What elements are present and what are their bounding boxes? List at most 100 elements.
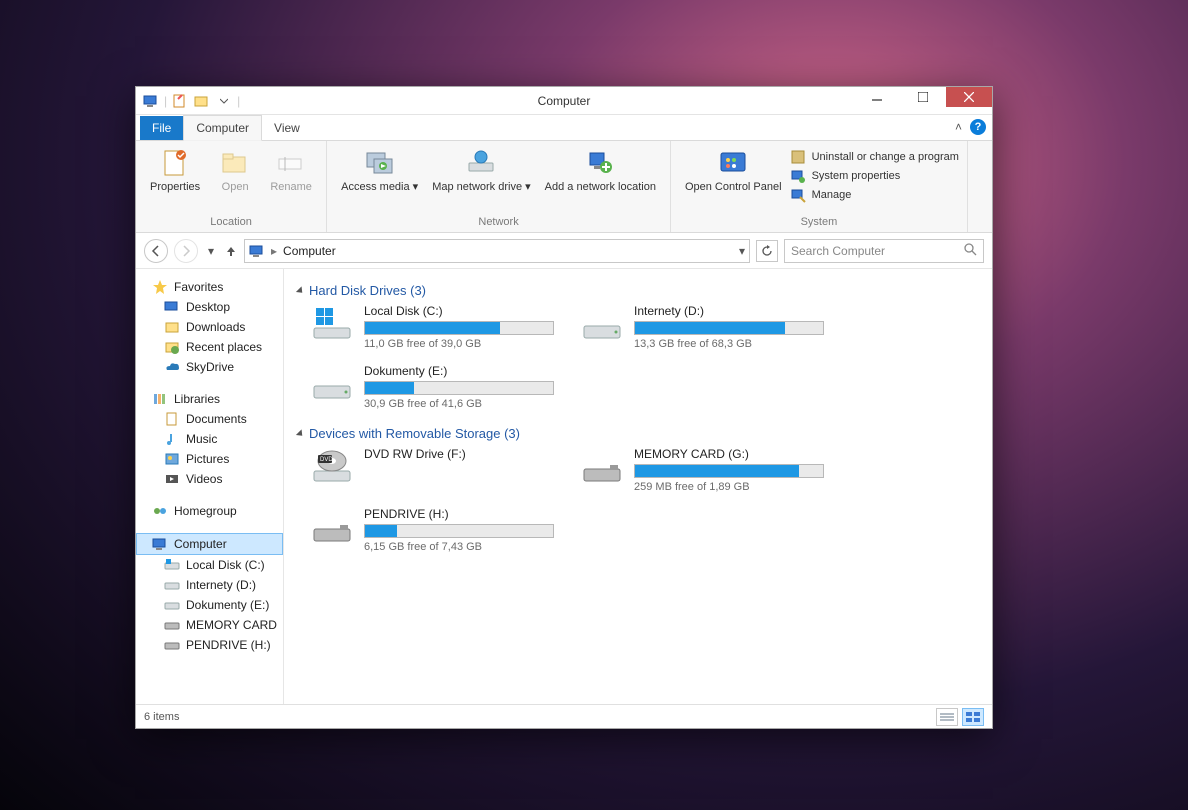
status-bar: 6 items — [136, 704, 992, 728]
title-bar: | | Computer — [136, 87, 992, 115]
minimize-button[interactable] — [854, 87, 900, 107]
access-media-button[interactable]: Access media ▾ — [335, 145, 424, 196]
navigation-row: ▾ ▸ Computer ▾ — [136, 233, 992, 269]
drive-icon — [164, 557, 180, 573]
recent-icon — [164, 339, 180, 355]
qat-newfolder-icon[interactable] — [193, 92, 211, 110]
up-button[interactable] — [224, 245, 238, 257]
drive-free-text: 6,15 GB free of 7,43 GB — [364, 541, 554, 553]
system-properties-button[interactable]: System properties — [790, 168, 959, 184]
star-icon — [152, 279, 168, 295]
qat-properties-icon[interactable] — [171, 92, 189, 110]
properties-button[interactable]: Properties — [144, 145, 206, 196]
sidebar-item-pictures[interactable]: Pictures — [136, 449, 283, 469]
collapse-ribbon-icon[interactable]: ˄ — [955, 120, 962, 134]
sidebar-head-favorites[interactable]: Favorites — [136, 277, 283, 297]
help-icon[interactable]: ? — [970, 119, 986, 135]
manage-button[interactable]: Manage — [790, 187, 959, 203]
sidebar-item-skydrive[interactable]: SkyDrive — [136, 357, 283, 377]
sidebar-head-computer[interactable]: Computer — [136, 533, 283, 555]
address-dropdown-icon[interactable]: ▾ — [739, 244, 745, 258]
sidebar-item-internety-d[interactable]: Internety (D:) — [136, 575, 283, 595]
downloads-icon — [164, 319, 180, 335]
back-button[interactable] — [144, 239, 168, 263]
ribbon-group-location: Properties Open Rename Location — [136, 141, 327, 232]
qat-dropdown-icon[interactable] — [215, 92, 233, 110]
sidebar-item-pendrive-h[interactable]: PENDRIVE (H:) — [136, 635, 283, 655]
close-button[interactable] — [946, 87, 992, 107]
address-bar[interactable]: ▸ Computer ▾ — [244, 239, 750, 263]
drive-icon — [164, 597, 180, 613]
drive-item[interactable]: Internety (D:)13,3 GB free of 68,3 GB — [580, 304, 820, 350]
drive-item[interactable]: Dokumenty (E:)30,9 GB free of 41,6 GB — [310, 364, 550, 410]
drive-item[interactable]: DVDDVD RW Drive (F:) — [310, 447, 550, 493]
expand-icon — [296, 286, 305, 295]
sidebar-libraries: Libraries Documents Music Pictures Video… — [136, 389, 283, 489]
drive-free-text: 13,3 GB free of 68,3 GB — [634, 338, 824, 350]
window-buttons — [854, 87, 992, 107]
map-network-drive-button[interactable]: Map network drive ▾ — [426, 145, 536, 196]
tab-view[interactable]: View — [262, 116, 312, 140]
drive-icon — [164, 577, 180, 593]
sidebar-item-downloads[interactable]: Downloads — [136, 317, 283, 337]
skydrive-icon — [164, 359, 180, 375]
homegroup-icon — [152, 503, 168, 519]
breadcrumb-root[interactable]: Computer — [283, 244, 336, 258]
drive-name: Dokumenty (E:) — [364, 364, 554, 378]
sidebar-item-desktop[interactable]: Desktop — [136, 297, 283, 317]
explorer-window: | | Computer File Computer View ˄ ? — [135, 86, 993, 729]
forward-button — [174, 239, 198, 263]
hdd-list: Local Disk (C:)11,0 GB free of 39,0 GB In… — [310, 304, 978, 410]
sidebar-item-videos[interactable]: Videos — [136, 469, 283, 489]
drive-name: MEMORY CARD (G:) — [634, 447, 824, 461]
drive-icon — [580, 304, 624, 344]
drive-item[interactable]: MEMORY CARD (G:)259 MB free of 1,89 GB — [580, 447, 820, 493]
drive-item[interactable]: PENDRIVE (H:)6,15 GB free of 7,43 GB — [310, 507, 550, 553]
sidebar-item-music[interactable]: Music — [136, 429, 283, 449]
drive-item[interactable]: Local Disk (C:)11,0 GB free of 39,0 GB — [310, 304, 550, 350]
drive-free-text: 259 MB free of 1,89 GB — [634, 481, 824, 493]
view-details-button[interactable] — [936, 708, 958, 726]
add-network-location-button[interactable]: Add a network location — [539, 145, 662, 196]
tab-computer[interactable]: Computer — [183, 115, 262, 141]
capacity-bar — [364, 381, 554, 395]
sidebar-item-documents[interactable]: Documents — [136, 409, 283, 429]
drive-icon — [310, 507, 354, 547]
sidebar-item-localdisk-c[interactable]: Local Disk (C:) — [136, 555, 283, 575]
capacity-bar — [364, 524, 554, 538]
maximize-button[interactable] — [900, 87, 946, 107]
sidebar-item-dokumenty-e[interactable]: Dokumenty (E:) — [136, 595, 283, 615]
content-pane: Hard Disk Drives (3) Local Disk (C:)11,0… — [284, 269, 992, 704]
qat-separator2: | — [237, 94, 240, 108]
history-dropdown[interactable]: ▾ — [204, 244, 218, 258]
music-icon — [164, 431, 180, 447]
sidebar-head-homegroup[interactable]: Homegroup — [136, 501, 283, 521]
tab-file[interactable]: File — [140, 116, 183, 140]
body: Favorites Desktop Downloads Recent place… — [136, 269, 992, 704]
search-icon — [963, 242, 977, 259]
category-removable[interactable]: Devices with Removable Storage (3) — [298, 426, 978, 441]
pictures-icon — [164, 451, 180, 467]
category-hdd[interactable]: Hard Disk Drives (3) — [298, 283, 978, 298]
qat-computer-icon[interactable] — [142, 92, 160, 110]
sidebar-homegroup: Homegroup — [136, 501, 283, 521]
refresh-button[interactable] — [756, 240, 778, 262]
ribbon-group-network: Access media ▾ Map network drive ▾ Add a… — [327, 141, 671, 232]
sidebar-item-memorycard-g[interactable]: MEMORY CARD — [136, 615, 283, 635]
sidebar-item-recent[interactable]: Recent places — [136, 337, 283, 357]
uninstall-program-button[interactable]: Uninstall or change a program — [790, 149, 959, 165]
drive-name: Local Disk (C:) — [364, 304, 554, 318]
ribbon: Properties Open Rename Location Access m… — [136, 141, 992, 233]
drive-name: Internety (D:) — [634, 304, 824, 318]
view-tiles-button[interactable] — [962, 708, 984, 726]
documents-icon — [164, 411, 180, 427]
expand-icon — [296, 429, 305, 438]
sidebar-head-libraries[interactable]: Libraries — [136, 389, 283, 409]
search-input[interactable] — [791, 244, 963, 258]
videos-icon — [164, 471, 180, 487]
svg-text:DVD: DVD — [320, 457, 333, 463]
sidebar-favorites: Favorites Desktop Downloads Recent place… — [136, 277, 283, 377]
open-control-panel-button[interactable]: Open Control Panel — [679, 145, 788, 196]
search-box[interactable] — [784, 239, 984, 263]
status-count: 6 items — [144, 711, 179, 723]
